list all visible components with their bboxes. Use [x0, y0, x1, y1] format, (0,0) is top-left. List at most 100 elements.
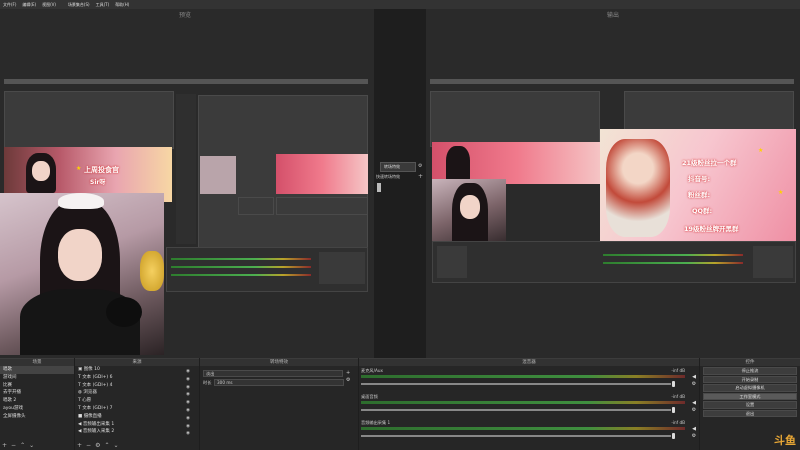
- speaker-icon[interactable]: ◀: [691, 374, 697, 380]
- program-meter-2: [603, 262, 743, 264]
- start-virtual-camera-button[interactable]: 启动虚拟摄像机: [703, 384, 797, 392]
- scene-item[interactable]: 比赛: [0, 382, 74, 390]
- star-icon: ★: [76, 165, 82, 172]
- gear-icon[interactable]: ⚙: [691, 381, 697, 387]
- stop-streaming-button[interactable]: 停止推流: [703, 367, 797, 375]
- eye-icon[interactable]: ◉: [186, 415, 196, 423]
- source-item[interactable]: T 文本 (GDI+) 6: [75, 374, 199, 382]
- add-icon[interactable]: +: [418, 173, 423, 180]
- banner-line-3: 粉丝群:: [688, 191, 711, 199]
- gear-icon[interactable]: ⚙: [95, 442, 100, 449]
- left-banner-text: 上周投食官: [84, 166, 119, 174]
- volume-knob[interactable]: [672, 433, 675, 439]
- menu-help[interactable]: 帮助(H): [115, 2, 129, 8]
- eye-icon[interactable]: ◉: [186, 399, 196, 407]
- menu-edit[interactable]: 编辑(E): [22, 2, 36, 8]
- volume-slider[interactable]: [361, 435, 671, 437]
- source-item[interactable]: ◀ 音频输出采集 1: [75, 421, 199, 429]
- source-item[interactable]: T 心愿: [75, 397, 199, 405]
- transition-select[interactable]: 淡出: [203, 370, 343, 377]
- program-title: 输出: [606, 12, 619, 19]
- speaker-icon[interactable]: ◀: [691, 426, 697, 432]
- eye-icon[interactable]: ◉: [186, 407, 196, 415]
- gear-icon[interactable]: ⚙: [346, 377, 350, 383]
- exit-button[interactable]: 退出: [703, 409, 797, 417]
- anime-face: [32, 161, 50, 181]
- studio-mode-button[interactable]: 工作室模式: [703, 392, 797, 400]
- visibility-column: ◉ ◉ ◉ ◉ ◉ ◉ ◉ ◉ ◉: [186, 368, 196, 438]
- menu-tools[interactable]: 工具(T): [96, 2, 110, 8]
- remove-source-icon[interactable]: −: [86, 442, 91, 449]
- menu-file[interactable]: 文件(F): [3, 2, 16, 8]
- channel-name: 音频输出采集 1: [361, 420, 391, 425]
- menu-view[interactable]: 视图(V): [42, 2, 56, 8]
- duration-input[interactable]: 300 ms: [214, 379, 344, 386]
- scene-item[interactable]: 游戏间: [0, 374, 74, 382]
- program-left-banner: [432, 142, 602, 184]
- program-meter-1: [603, 254, 743, 256]
- mixer-channel: 桌面音频 -inf dB ◀ ⚙: [359, 392, 699, 418]
- scene-item[interactable]: 全屏摄像头: [0, 413, 74, 421]
- menu-bar: 文件(F) 编辑(E) 视图(V) 场景集合(S) 工具(T) 帮助(H): [0, 0, 800, 9]
- microphone: [106, 297, 142, 327]
- speaker-icon[interactable]: ◀: [691, 400, 697, 406]
- eye-icon[interactable]: ◉: [186, 368, 196, 376]
- banner-line-2: 抖音号:: [688, 175, 711, 183]
- transition-column: 转场特效 ⚙ 快速转场特效 +: [374, 17, 426, 347]
- scene-item[interactable]: 唱歌 2: [0, 397, 74, 405]
- eye-icon[interactable]: ◉: [186, 384, 196, 392]
- volume-knob[interactable]: [672, 381, 675, 387]
- transition-button[interactable]: 转场特效: [380, 162, 416, 172]
- volume-knob[interactable]: [672, 407, 675, 413]
- source-item[interactable]: ◍ 浏览器: [75, 389, 199, 397]
- volume-meter: [361, 375, 685, 378]
- eye-icon[interactable]: ◉: [186, 391, 196, 399]
- remove-scene-icon[interactable]: −: [11, 442, 16, 449]
- add-transition-icon[interactable]: +: [346, 370, 350, 376]
- banner-line-5: 19级粉丝牌开黑群: [684, 225, 739, 233]
- eye-icon[interactable]: ◉: [186, 376, 196, 384]
- gear-icon[interactable]: ⚙: [691, 433, 697, 439]
- program-anime-art: [446, 146, 470, 182]
- add-source-icon[interactable]: +: [77, 442, 82, 449]
- source-item[interactable]: T 文本 (GDI+) 7: [75, 405, 199, 413]
- scene-item[interactable]: 唱歌: [0, 366, 74, 374]
- add-scene-icon[interactable]: +: [2, 442, 7, 449]
- gear-icon[interactable]: ⚙: [691, 407, 697, 413]
- gear-icon[interactable]: ⚙: [418, 163, 422, 169]
- channel-name: 麦克风/Aux: [361, 368, 383, 373]
- move-up-icon[interactable]: ⌃: [104, 442, 109, 449]
- nested-transition-strip: [176, 94, 196, 244]
- move-down-icon[interactable]: ⌄: [113, 442, 118, 449]
- volume-slider[interactable]: [361, 409, 671, 411]
- eye-icon[interactable]: ◉: [186, 430, 196, 438]
- banner-line-4: QQ群:: [692, 207, 713, 215]
- source-item[interactable]: ◀ 音频输入采集 2: [75, 428, 199, 436]
- nested-camera-thumb: [200, 156, 236, 194]
- channel-db: -inf dB: [671, 368, 685, 373]
- source-item[interactable]: T 文本 (GDI+) 4: [75, 382, 199, 390]
- move-up-icon[interactable]: ⌃: [20, 442, 25, 449]
- program-nested-scenes: [437, 246, 467, 278]
- channel-db: -inf dB: [671, 394, 685, 399]
- menu-scene-collection[interactable]: 场景集合(S): [68, 2, 90, 8]
- source-item[interactable]: ▣ 图像 10: [75, 366, 199, 374]
- nested-mixer: [276, 197, 368, 215]
- controls-title: 控件: [700, 359, 800, 366]
- scene-item[interactable]: 去字开播: [0, 389, 74, 397]
- settings-button[interactable]: 设置: [703, 401, 797, 409]
- program-nested-bar: [430, 79, 794, 84]
- start-recording-button[interactable]: 开始录制: [703, 375, 797, 383]
- scenes-toolbar: + − ⌃ ⌄: [2, 442, 34, 449]
- move-down-icon[interactable]: ⌄: [29, 442, 34, 449]
- eye-icon[interactable]: ◉: [186, 423, 196, 431]
- volume-slider[interactable]: [361, 383, 671, 385]
- source-item[interactable]: ■ 摄像直播: [75, 413, 199, 421]
- nested-meter-1: [171, 258, 311, 260]
- mixer-channel: 麦克风/Aux -inf dB ◀ ⚙: [359, 366, 699, 392]
- banner-line-1: 21级粉丝拉一个群: [682, 159, 737, 167]
- program-nested-dock: [432, 241, 796, 283]
- program-pane: 输出 21级粉丝拉一个群 抖音号: 粉丝群: QQ群: 19级粉丝牌开黑群 ★ …: [426, 9, 800, 358]
- tbar-slider[interactable]: [377, 183, 381, 192]
- scene-item[interactable]: ayou游戏: [0, 405, 74, 413]
